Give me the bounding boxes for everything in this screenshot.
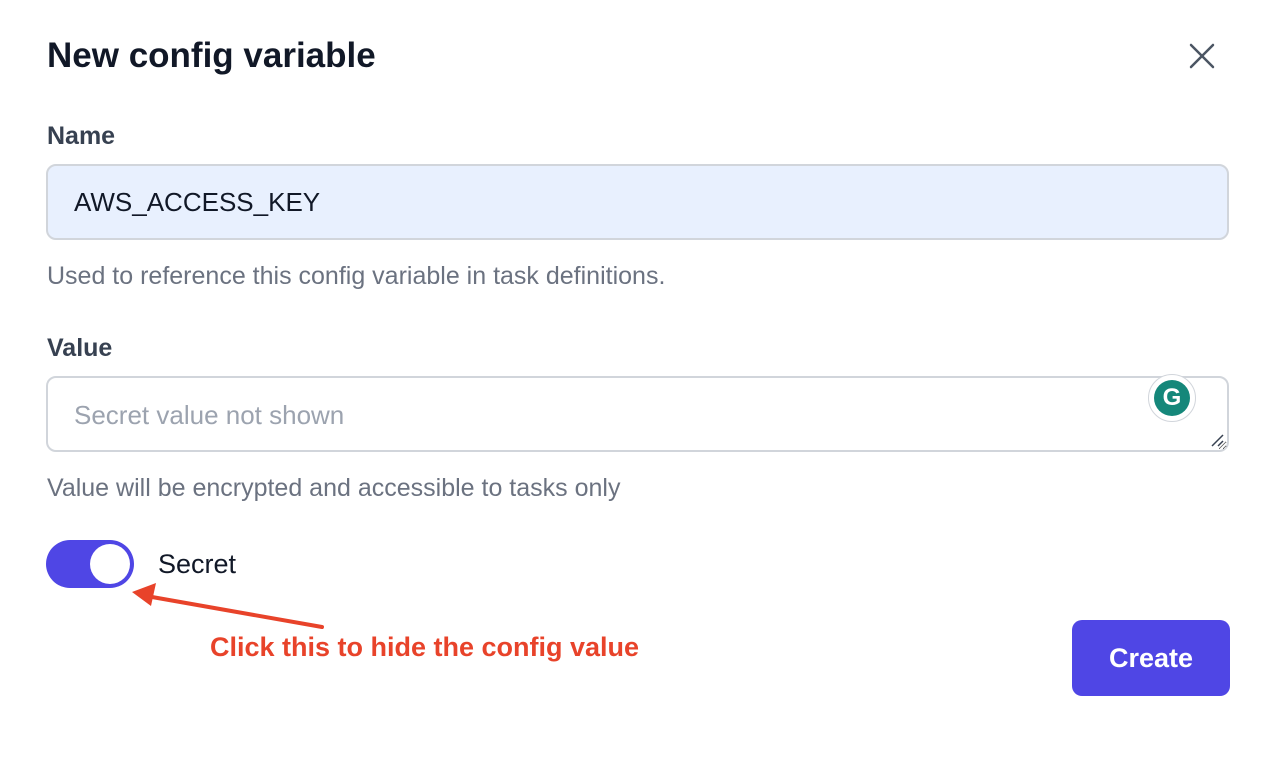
annotation-arrow-icon (132, 583, 324, 629)
name-help-text: Used to reference this config variable i… (47, 262, 666, 290)
close-icon (1189, 43, 1215, 69)
create-button[interactable]: Create (1072, 620, 1230, 696)
new-config-variable-dialog: New config variable Name Used to referen… (0, 0, 1278, 776)
annotation-text: Click this to hide the config value (210, 632, 640, 662)
grammarly-icon: G (1154, 380, 1190, 416)
close-button[interactable] (1184, 38, 1220, 74)
grammarly-button[interactable]: G (1148, 374, 1196, 422)
name-input[interactable] (46, 164, 1229, 240)
dialog-title: New config variable (47, 36, 376, 75)
name-label: Name (47, 122, 116, 150)
value-label: Value (47, 334, 113, 362)
value-help-text: Value will be encrypted and accessible t… (47, 474, 621, 502)
resize-handle-icon[interactable] (1209, 432, 1225, 448)
value-textarea[interactable] (46, 376, 1229, 452)
